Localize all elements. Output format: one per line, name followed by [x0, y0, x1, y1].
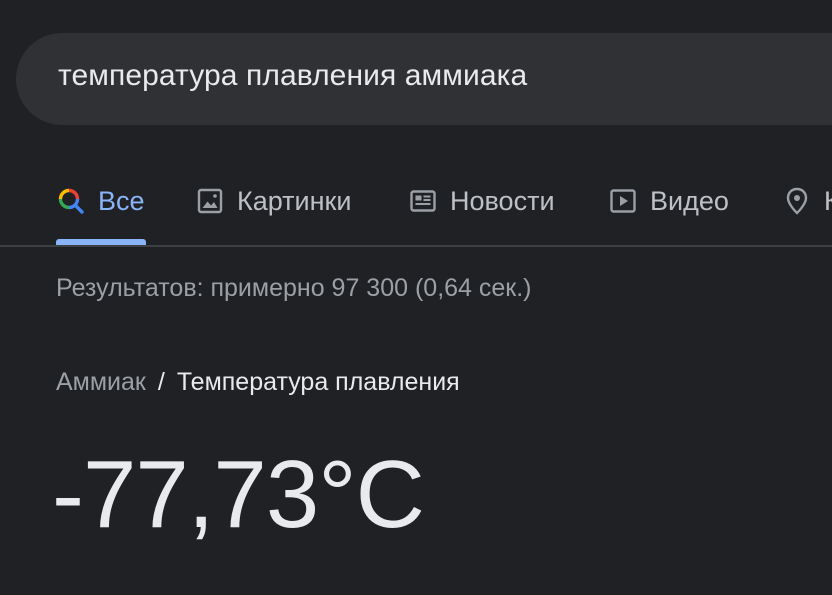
breadcrumb-separator: / — [157, 368, 165, 396]
image-icon — [195, 186, 225, 216]
tabs-divider — [0, 245, 832, 247]
page: температура плавления аммиака Все Картин… — [0, 0, 832, 595]
breadcrumb-parent-link[interactable]: Аммиак — [56, 368, 146, 397]
search-icon — [56, 186, 86, 216]
tab-images-label: Картинки — [237, 185, 352, 216]
tab-video-label: Видео — [650, 185, 729, 216]
answer-value: -77,73°C — [52, 441, 425, 548]
tab-all[interactable]: Все — [56, 170, 145, 232]
newspaper-icon — [408, 186, 438, 216]
search-bar[interactable]: температура плавления аммиака — [16, 33, 832, 125]
tab-maps[interactable]: К — [782, 170, 832, 232]
tab-video[interactable]: Видео — [608, 170, 729, 232]
map-pin-icon — [782, 186, 812, 216]
tab-maps-label: К — [824, 185, 832, 216]
tab-all-label: Все — [98, 185, 145, 216]
search-tabs: Все Картинки Новости Видео К — [0, 170, 832, 246]
tab-images[interactable]: Картинки — [195, 170, 351, 232]
tab-news[interactable]: Новости — [408, 170, 555, 232]
result-stats: Результатов: примерно 97 300 (0,64 сек.) — [56, 274, 532, 302]
search-query[interactable]: температура плавления аммиака — [58, 59, 527, 93]
play-icon — [608, 186, 638, 216]
breadcrumb: Аммиак / Температура плавления — [56, 368, 460, 397]
breadcrumb-current: Температура плавления — [176, 368, 460, 396]
tab-news-label: Новости — [450, 185, 555, 216]
